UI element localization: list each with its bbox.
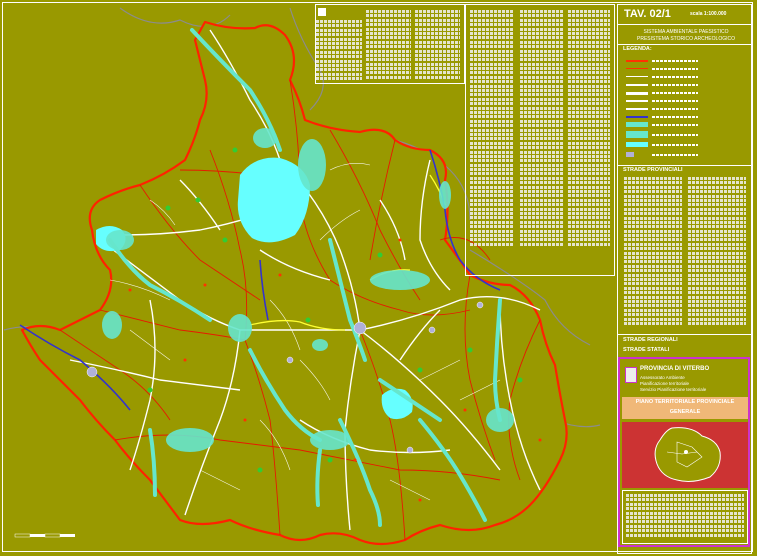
plan-title-line-2: GENERALE bbox=[669, 409, 701, 415]
scale-bar bbox=[14, 533, 75, 538]
legend-swatch-protected bbox=[626, 131, 648, 138]
inset-map bbox=[622, 422, 748, 488]
provincia-sub-2: Pianificazione territoriale bbox=[640, 381, 690, 386]
provincial-roads-list-1 bbox=[624, 177, 682, 326]
inset-province-map bbox=[654, 427, 721, 482]
legend-swatch-lake bbox=[626, 142, 648, 147]
table-number: TAV. 02/1 bbox=[624, 8, 671, 20]
map-scale: scala 1:100.000 bbox=[690, 11, 727, 17]
provincial-roads-heading: STRADE PROVINCIALI bbox=[623, 167, 683, 173]
legend-swatch-municipal bbox=[626, 68, 648, 69]
municipality-list-frame bbox=[315, 4, 465, 84]
provincia-title: PROVINCIA DI VITERBO bbox=[640, 366, 710, 372]
provincial-roads-list-2 bbox=[688, 177, 746, 326]
province-coat-of-arms-icon bbox=[625, 367, 637, 383]
legend-swatch-road-4 bbox=[626, 100, 648, 102]
state-roads-heading: STRADE STATALI bbox=[623, 347, 670, 353]
legend-swatch-road bbox=[626, 76, 648, 77]
provincia-sub-3: Servizio Pianificazione territoriale bbox=[640, 387, 707, 392]
subtitle-2: PRESISTEMA STORICO ARCHEOLOGICO bbox=[637, 36, 735, 42]
plan-title-box: PIANO TERRITORIALE PROVINCIALE GENERALE bbox=[622, 397, 748, 419]
legend-heading: LEGENDA: bbox=[623, 46, 652, 52]
sites-list-frame bbox=[465, 4, 615, 276]
legend-swatch-road-3 bbox=[626, 92, 648, 95]
provincia-sub-1: Assessorato Ambiente bbox=[640, 375, 685, 380]
subtitle-1: SISTEMA AMBIENTALE PAESISTICO bbox=[643, 29, 729, 35]
legend-swatch-river bbox=[626, 116, 648, 118]
legend-swatch-boundary bbox=[626, 60, 648, 62]
legend-swatch-road-5 bbox=[626, 108, 648, 110]
plan-title-line-1: PIANO TERRITORIALE PROVINCIALE bbox=[635, 399, 735, 405]
legend-swatch-road-2 bbox=[626, 84, 648, 86]
notes-lines bbox=[626, 494, 744, 538]
regional-roads-heading: STRADE REGIONALI bbox=[623, 337, 678, 343]
legend-swatch-town bbox=[626, 152, 634, 157]
legend-swatch-corridor bbox=[626, 122, 648, 127]
